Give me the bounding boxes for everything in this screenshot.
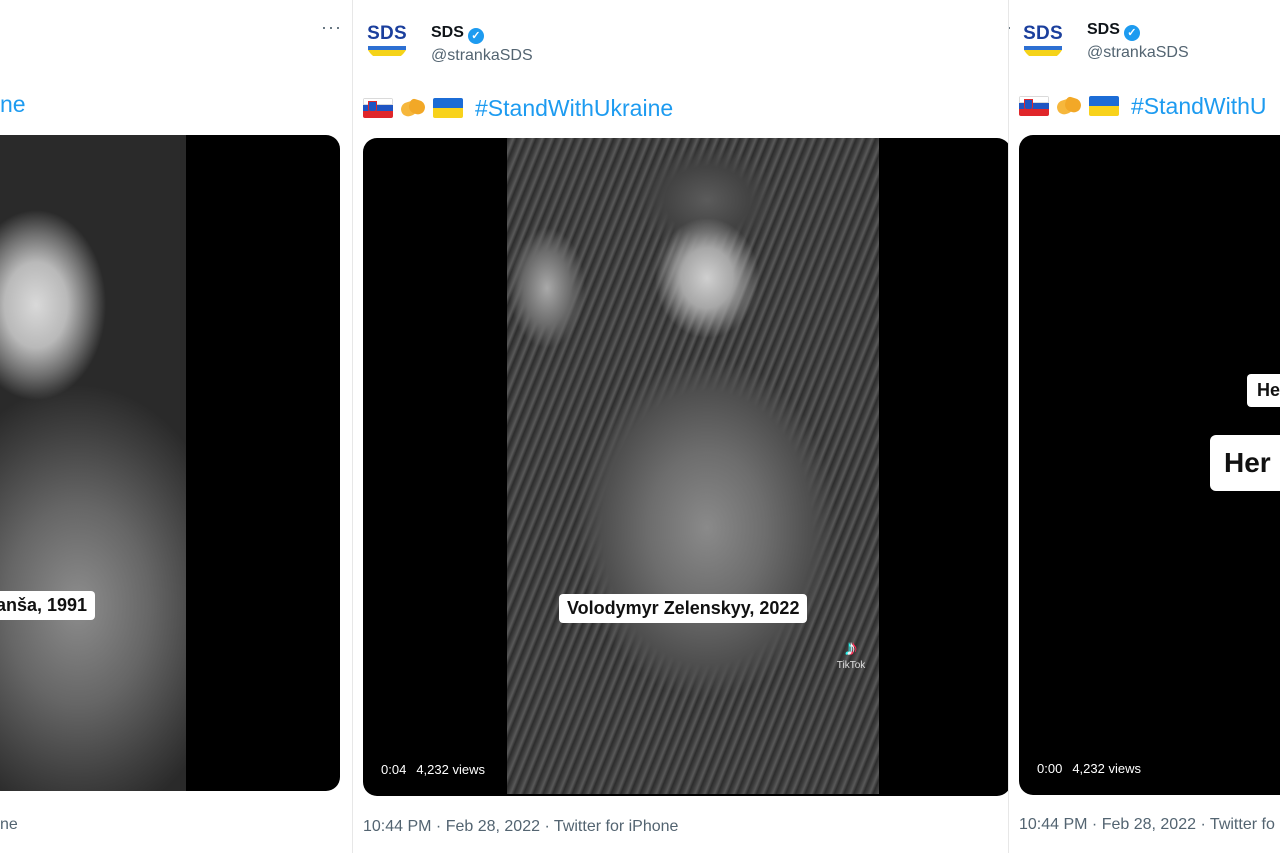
tweet-footer-fragment: ne [0, 816, 18, 833]
hashtag-link[interactable]: ne [0, 91, 26, 118]
video-caption: anša, 1991 [0, 591, 96, 620]
video-player-right[interactable]: He Her 0:00 4,232 views [1019, 135, 1280, 795]
verified-badge-icon: ✓ [467, 28, 484, 44]
tweet-panel-center: SDS SDS ✓ @strankaSDS #StandWithUkraine V… [352, 0, 1013, 853]
video-caption-small: He [1247, 374, 1280, 407]
hashtag-link[interactable]: #StandWithU [1131, 93, 1267, 120]
display-name-text: SDS [431, 24, 464, 41]
slovenia-flag-icon [363, 98, 393, 118]
tweet-text-right: #StandWithU [1019, 90, 1267, 122]
more-icon[interactable]: ·· [1009, 18, 1013, 36]
video-elapsed-time: 0:00 [1037, 761, 1063, 776]
ukraine-flag-icon [1089, 96, 1119, 116]
video-player-left[interactable]: anša, 1991 [0, 135, 340, 791]
soldier-photo [0, 135, 186, 791]
tweet-text-center: #StandWithUkraine [363, 92, 673, 124]
handshake-icon [1055, 94, 1083, 118]
ukraine-flag-icon [433, 98, 463, 118]
tweet-comparison-screenshot: ··· ne anša, 1991 ne SDS SDS ✓ @strankaSD… [0, 0, 1280, 853]
hashtag-link[interactable]: #StandWithUkraine [475, 95, 673, 122]
verified-badge-icon: ✓ [1123, 25, 1140, 41]
video-caption: Volodymyr Zelenskyy, 2022 [559, 594, 808, 623]
video-caption-large: Her [1210, 435, 1280, 491]
video-view-count: 4,232 views [416, 762, 485, 777]
video-view-count: 4,232 views [1072, 761, 1141, 776]
tweet-timestamp[interactable]: 10:44 PM · Feb 28, 2022 · Twitter for iP… [363, 818, 678, 836]
avatar-label: SDS [367, 23, 407, 44]
tweet-panel-left: ··· ne anša, 1991 ne [0, 0, 350, 853]
display-name[interactable]: SDS ✓ [1087, 21, 1140, 41]
more-icon[interactable]: ··· [321, 18, 342, 36]
tiktok-label: TikTok [836, 660, 866, 672]
soldier-photo [507, 138, 879, 794]
video-player-center[interactable]: Volodymyr Zelenskyy, 2022 ♪ TikTok 0:04 4… [363, 138, 1011, 796]
display-name-text: SDS [1087, 21, 1120, 38]
user-handle[interactable]: @strankaSDS [431, 47, 533, 65]
tweet-text-left: ne [0, 88, 26, 120]
avatar[interactable]: SDS [365, 17, 409, 61]
video-meta: 0:00 4,232 views [1037, 761, 1141, 776]
avatar[interactable]: SDS [1021, 17, 1065, 61]
avatar-stripe-yellow [1024, 50, 1062, 56]
video-elapsed-time: 0:04 [381, 762, 407, 777]
tiktok-icon: ♪ [845, 635, 857, 660]
avatar-label: SDS [1023, 23, 1063, 44]
slovenia-flag-icon [1019, 96, 1049, 116]
avatar-stripe-yellow [368, 50, 406, 56]
tiktok-watermark: ♪ TikTok [829, 635, 873, 672]
display-name[interactable]: SDS ✓ [431, 24, 484, 44]
tweet-panel-right: ·· SDS SDS✓ @strankaSDS #StandWithU He H… [1008, 0, 1280, 853]
user-handle[interactable]: @strankaSDS [1087, 44, 1189, 62]
handshake-icon [399, 96, 427, 120]
tweet-timestamp[interactable]: 10:44 PM · Feb 28, 2022 · Twitter fo [1019, 816, 1275, 834]
video-meta: 0:04 4,232 views [381, 762, 485, 777]
